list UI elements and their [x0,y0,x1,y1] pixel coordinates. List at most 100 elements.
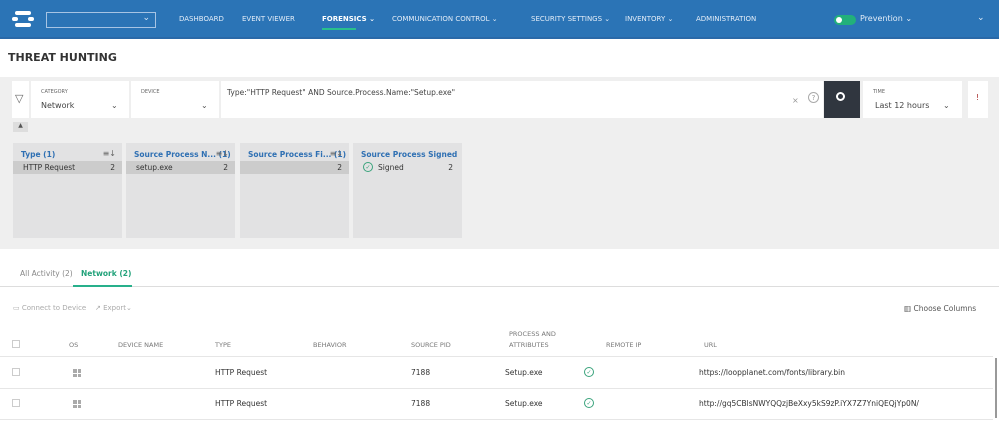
nav-dashboard[interactable]: DASHBOARD [179,15,224,23]
signed-check-icon: ✓ [363,162,373,172]
cell-type: HTTP Request [215,399,268,408]
tab-all-activity[interactable]: All Activity (2) [20,269,73,278]
facet-item[interactable]: 2 [240,161,349,174]
chevron-down-icon: ⌄ [111,101,118,110]
result-tabs: All Activity (2) Network (2) [0,262,999,287]
category-select[interactable]: CATEGORY Network ⌄ [31,81,129,118]
help-icon[interactable]: ? [808,92,819,103]
search-panel: ▽ CATEGORY Network ⌄ DEVICE ⌄ Type:"HTTP… [0,77,999,249]
cell-process: Setup.exe [505,399,543,408]
facet-item[interactable]: ✓ Signed 2 [353,161,462,174]
facet-card-source-process-file: Source Process Fi... (1) ≡↓ 2 [240,143,349,238]
connect-to-device-button[interactable]: ▭ Connect to Device [13,304,86,312]
col-attributes[interactable]: ATTRIBUTES [509,341,549,349]
cell-source-pid: 7188 [411,399,431,408]
prevention-toggle[interactable] [834,15,856,25]
cell-url: http://gq5CBlsNWYQQzjBeXxy5kS9zP.iYX7Z7Y… [699,399,919,408]
export-label: Export [103,304,127,312]
facet-item-count: 2 [337,163,342,172]
nav-administration[interactable]: ADMINISTRATION [696,15,756,23]
col-remote-ip[interactable]: REMOTE IP [606,341,641,349]
nav-forensics[interactable]: FORENSICS ⌄ [322,15,375,30]
filter-button[interactable]: ▽ [12,81,29,118]
category-label: CATEGORY [41,89,68,95]
chevron-down-icon: ⌄ [201,101,208,110]
category-value: Network [41,101,75,110]
logo-icon [12,11,34,27]
signed-check-icon: ✓ [584,398,594,408]
col-device-name[interactable]: DEVICE NAME [118,341,163,349]
organization-select[interactable]: ⌄ [46,12,156,28]
facet-item-count: 2 [448,163,453,172]
clear-icon[interactable]: × [792,96,799,105]
tab-network[interactable]: Network (2) [72,269,133,287]
col-os[interactable]: OS [69,341,78,349]
query-input[interactable]: Type:"HTTP Request" AND Source.Process.N… [221,81,823,118]
time-label: TIME [873,89,886,95]
device-label: DEVICE [141,89,160,95]
export-button[interactable]: ↗ Export⌄ [95,304,132,312]
facet-title: Type (1) [21,150,56,159]
row-checkbox[interactable] [12,399,20,407]
col-url[interactable]: URL [704,341,717,349]
facet-card-type: Type (1) ≡↓ HTTP Request 2 [13,143,122,238]
facet-title: Source Process Signed [361,150,458,159]
cell-source-pid: 7188 [411,368,431,377]
sort-icon[interactable]: ≡↓ [216,149,229,158]
cell-url: https://loopplanet.com/fonts/library.bin [699,368,845,377]
time-select[interactable]: TIME Last 12 hours ⌄ [863,81,962,118]
col-type[interactable]: TYPE [215,341,231,349]
monitor-icon: ▭ [13,304,20,312]
sort-icon[interactable]: ≡↓ [330,149,343,158]
nav-inventory[interactable]: INVENTORY ⌄ [625,15,673,23]
alert-icon: ! [976,93,980,102]
more-button[interactable]: ! [968,81,988,118]
windows-icon [73,369,81,377]
table-row[interactable]: HTTP Request 7188 Setup.exe ✓ https://lo… [0,358,993,389]
choose-columns-label: Choose Columns [913,304,977,313]
facet-card-source-process-signed: Source Process Signed ✓ Signed 2 [353,143,462,238]
search-button[interactable] [824,81,860,118]
time-value: Last 12 hours [875,101,930,110]
mode-dropdown[interactable]: Prevention ⌄ [860,14,912,23]
col-behavior[interactable]: BEHAVIOR [313,341,346,349]
user-menu-chevron-icon[interactable]: ⌄ [977,13,985,23]
sort-icon[interactable]: ≡↓ [103,149,116,158]
choose-columns-button[interactable]: ▥ Choose Columns [904,304,976,313]
facet-item[interactable]: setup.exe 2 [126,161,235,174]
nav-label: COMMUNICATION CONTROL [392,15,490,23]
cell-type: HTTP Request [215,368,268,377]
facet-item[interactable]: HTTP Request 2 [13,161,122,174]
filter-icon: ▽ [15,92,24,105]
facet-item-count: 2 [223,163,228,172]
facet-item-label: setup.exe [136,163,173,172]
export-icon: ↗ [95,304,101,312]
nav-label: SECURITY SETTINGS [531,15,603,23]
query-text: Type:"HTTP Request" AND Source.Process.N… [227,88,456,97]
row-checkbox[interactable] [12,368,20,376]
scrollbar[interactable] [995,358,997,418]
facet-item-label: HTTP Request [23,163,76,172]
table-row[interactable]: HTTP Request 7188 Setup.exe ✓ http://gq5… [0,389,993,420]
nav-security-settings[interactable]: SECURITY SETTINGS ⌄ [531,15,610,23]
nav-event-viewer[interactable]: EVENT VIEWER [242,15,295,23]
chevron-down-icon: ⌄ [142,13,150,23]
facet-card-source-process-name: Source Process N... (1) ≡↓ setup.exe 2 [126,143,235,238]
connect-label: Connect to Device [21,304,87,312]
columns-icon: ▥ [904,304,912,313]
top-nav: ⌄ DASHBOARD EVENT VIEWER FORENSICS ⌄ COM… [0,0,999,39]
signed-check-icon: ✓ [584,367,594,377]
nav-communication-control[interactable]: COMMUNICATION CONTROL ⌄ [392,15,498,23]
device-select[interactable]: DEVICE ⌄ [131,81,219,118]
collapse-button[interactable]: ▲ [13,122,28,132]
table-header: OS DEVICE NAME TYPE BEHAVIOR SOURCE PID … [0,327,993,357]
page-title: THREAT HUNTING [8,51,117,64]
facet-item-count: 2 [110,163,115,172]
col-source-pid[interactable]: SOURCE PID [411,341,451,349]
nav-label: INVENTORY [625,15,666,23]
col-process-and[interactable]: PROCESS AND [509,330,556,338]
facet-item-label: Signed [378,163,404,172]
nav-label: FORENSICS [322,15,367,23]
search-icon [836,92,845,101]
select-all-checkbox[interactable] [12,340,20,348]
